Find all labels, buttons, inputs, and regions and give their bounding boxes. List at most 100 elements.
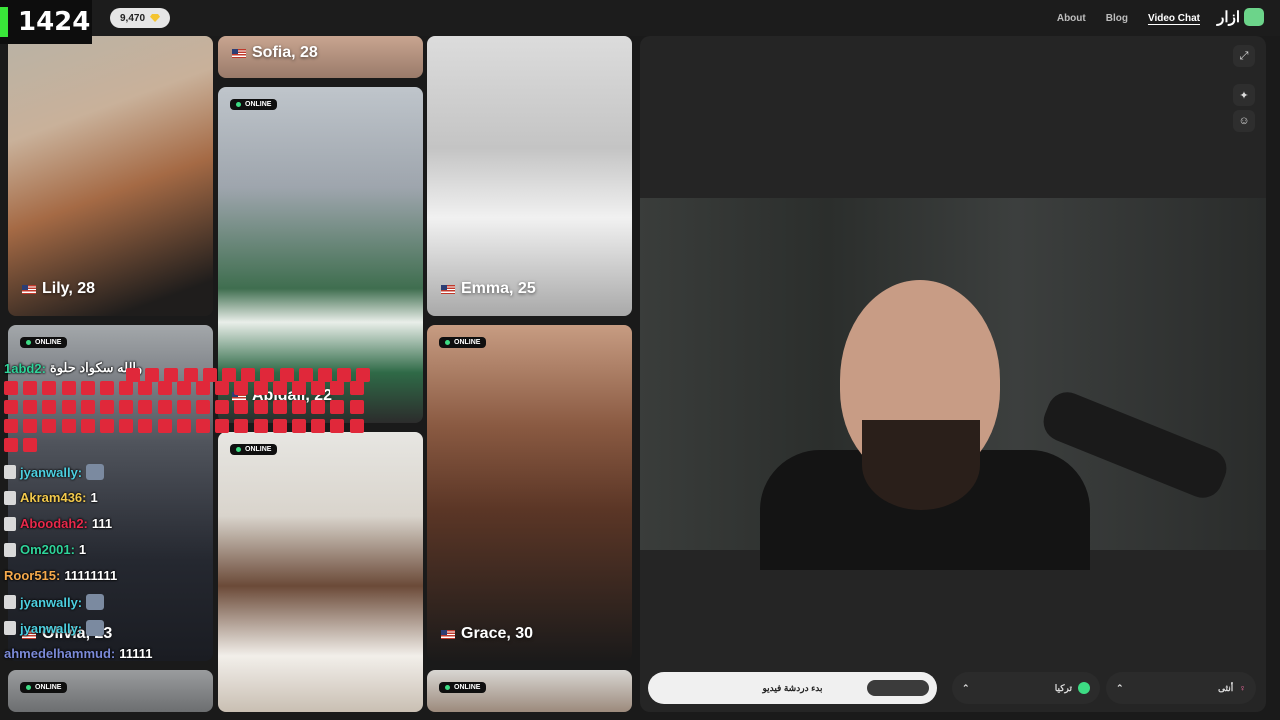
emote-icon bbox=[253, 400, 268, 414]
nav-blog[interactable]: Blog bbox=[1106, 13, 1128, 24]
effects-icon[interactable]: ✦ bbox=[1233, 84, 1255, 106]
chat-text: 1 bbox=[78, 542, 87, 557]
profile-card-lily[interactable]: Lily, 28 bbox=[8, 36, 213, 316]
emote-icon bbox=[311, 381, 326, 395]
emote-icon bbox=[196, 400, 210, 414]
online-dot-icon bbox=[236, 447, 241, 452]
gender-filter[interactable]: ⌃ أنثى ♀ bbox=[1106, 672, 1256, 704]
online-label: ONLINE bbox=[35, 339, 62, 346]
profile-card-emma[interactable]: Emma, 25 bbox=[427, 36, 632, 316]
coin-balance[interactable]: 9,470 bbox=[110, 8, 171, 28]
online-label: ONLINE bbox=[454, 339, 481, 346]
chat-username: Aboodah2: bbox=[20, 516, 88, 531]
profile-card-grace[interactable]: ONLINE Grace, 30 bbox=[427, 325, 632, 661]
emote-icon bbox=[80, 419, 95, 433]
us-flag-icon bbox=[441, 284, 455, 294]
online-badge: ONLINE bbox=[230, 99, 278, 110]
chat-message: Aboodah2: 111 bbox=[4, 516, 112, 531]
emote-icon bbox=[138, 400, 153, 414]
profile-card-sofia[interactable]: Sofia, 28 bbox=[218, 36, 423, 78]
emote-icon bbox=[126, 368, 140, 382]
us-flag-icon bbox=[22, 284, 36, 294]
chat-message: Om2001: 1 bbox=[4, 542, 86, 557]
emote-icon bbox=[183, 368, 198, 382]
logo-icon bbox=[1244, 8, 1264, 26]
chat-text: 11111111 bbox=[64, 568, 118, 583]
subscriber-badge-icon bbox=[4, 621, 16, 635]
expand-icon[interactable]: ⤢ bbox=[1233, 45, 1255, 67]
chat-message: ahmedelhammud: 11111 bbox=[4, 646, 153, 661]
profile-name: Lily, 28 bbox=[22, 280, 95, 298]
chat-message: jyanwally: bbox=[4, 594, 105, 610]
emote-icon bbox=[138, 381, 153, 395]
profile-photo bbox=[8, 36, 213, 316]
emote-icon bbox=[119, 400, 134, 414]
subscriber-badge-icon bbox=[4, 595, 16, 609]
online-label: ONLINE bbox=[35, 684, 62, 691]
start-button-label: بدء دردشة فيديو bbox=[762, 682, 823, 693]
start-video-chat-button[interactable]: بدء دردشة فيديو bbox=[648, 672, 937, 704]
emote-icon bbox=[119, 419, 134, 433]
emote-icon bbox=[4, 400, 18, 414]
profile-card[interactable]: ONLINE bbox=[427, 670, 632, 712]
emote-icon bbox=[157, 400, 172, 414]
emote-icon bbox=[272, 381, 287, 395]
chat-username: jyanwally: bbox=[20, 620, 83, 636]
profile-card[interactable]: ONLINE bbox=[8, 670, 213, 712]
profile-name-text: Emma, 25 bbox=[461, 280, 536, 297]
chat-username: Om2001: bbox=[20, 542, 75, 557]
nav-about[interactable]: About bbox=[1057, 13, 1086, 24]
emote-icon bbox=[138, 419, 153, 433]
online-dot-icon bbox=[236, 102, 241, 107]
emote-icon bbox=[176, 419, 191, 433]
emote-icon bbox=[234, 381, 249, 395]
chat-text: 1 bbox=[90, 490, 98, 505]
emote-icon bbox=[23, 381, 38, 395]
emote-icon bbox=[298, 368, 313, 382]
emote-icon bbox=[330, 381, 345, 395]
emote-icon bbox=[330, 419, 345, 433]
globe-icon bbox=[1078, 682, 1090, 694]
profile-card[interactable]: ONLINE bbox=[218, 432, 423, 712]
nav-video-chat[interactable]: Video Chat bbox=[1148, 13, 1200, 24]
emote-icon bbox=[176, 400, 191, 414]
emote-icon bbox=[61, 400, 76, 414]
us-flag-icon bbox=[441, 629, 455, 639]
emote-icon bbox=[337, 368, 352, 382]
sticker-icon[interactable]: ☺ bbox=[1233, 110, 1255, 132]
country-label: تركيا bbox=[1054, 682, 1072, 693]
emote-icon bbox=[260, 368, 275, 382]
brand-logo[interactable]: ازار bbox=[1217, 8, 1264, 26]
emote-icon bbox=[292, 400, 306, 414]
emote-icon bbox=[292, 419, 306, 433]
emote-icon bbox=[311, 400, 326, 414]
emote-icon bbox=[234, 419, 249, 433]
emote-icon bbox=[86, 464, 105, 480]
online-badge: ONLINE bbox=[230, 444, 278, 455]
online-badge: ONLINE bbox=[20, 682, 68, 693]
profile-name-text: Grace, 30 bbox=[461, 625, 534, 642]
emote-icon bbox=[311, 419, 326, 433]
emote-icon bbox=[80, 400, 95, 414]
chat-message: jyanwally: bbox=[4, 620, 105, 636]
emote-icon bbox=[176, 381, 191, 395]
chat-username: 1abd2: bbox=[4, 360, 46, 376]
emote-icon bbox=[100, 400, 114, 414]
emote-icon bbox=[202, 368, 217, 382]
online-dot-icon bbox=[445, 685, 450, 690]
country-filter[interactable]: ⌃ تركيا bbox=[952, 672, 1100, 704]
emote-icon bbox=[196, 419, 210, 433]
emote-icon bbox=[253, 419, 268, 433]
chat-message: Akram436: 1 bbox=[4, 490, 98, 505]
chat-message: jyanwally: bbox=[4, 464, 105, 480]
subscriber-badge-icon bbox=[4, 542, 16, 557]
emote-icon bbox=[42, 381, 57, 395]
emote-icon bbox=[23, 419, 38, 433]
emote-icon bbox=[272, 400, 287, 414]
emote-icon bbox=[61, 419, 76, 433]
emote-icon bbox=[86, 594, 105, 610]
emote-icon bbox=[222, 368, 236, 382]
profile-photo bbox=[427, 325, 632, 661]
emote-icon bbox=[157, 419, 172, 433]
top-bar: 9,470 About Blog Video Chat ازار bbox=[0, 0, 1280, 36]
